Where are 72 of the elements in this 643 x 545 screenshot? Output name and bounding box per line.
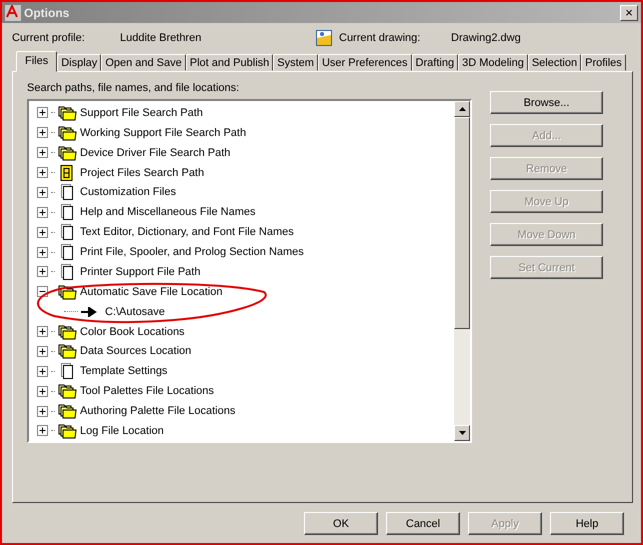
tree-item[interactable]: Template Settings [80, 365, 168, 378]
tree-item[interactable]: Help and Miscellaneous File Names [80, 206, 256, 218]
expand-icon[interactable] [37, 127, 48, 138]
tree-item[interactable]: Color Book Locations [80, 326, 185, 338]
expand-icon[interactable] [37, 386, 48, 397]
tab[interactable]: 3D Modeling [458, 54, 528, 71]
scrollbar[interactable] [454, 101, 470, 441]
folders-icon [58, 324, 77, 340]
up-triangle-icon [458, 107, 466, 111]
dialog-button[interactable]: OK [304, 512, 378, 535]
folders-icon [58, 403, 77, 420]
tab[interactable]: System [273, 54, 318, 71]
arrow-icon [81, 306, 97, 317]
scroll-thumb[interactable] [454, 117, 470, 329]
folders-icon [58, 144, 77, 161]
tree-item[interactable]: Data Sources Location [80, 345, 192, 358]
expand-icon[interactable] [37, 206, 48, 218]
tab[interactable]: User Preferences [318, 54, 412, 71]
app-logo-icon [5, 4, 21, 20]
expand-icon[interactable] [37, 167, 48, 178]
tab[interactable]: Drafting [412, 54, 458, 71]
folders-icon [58, 284, 77, 300]
expand-icon[interactable] [37, 425, 48, 436]
tree-item[interactable]: Device Driver File Search Path [80, 146, 230, 159]
tree-item[interactable]: Log File Location [80, 424, 164, 437]
scroll-up-button[interactable] [454, 101, 470, 117]
expand-icon[interactable] [37, 246, 48, 258]
tree-item[interactable]: Print File, Spooler, and Prolog Section Names [80, 246, 304, 258]
folders-icon [58, 124, 77, 141]
tree-item[interactable]: Printer Support File Path [80, 266, 200, 278]
dialog-button[interactable]: Help [550, 512, 624, 535]
down-triangle-icon [458, 431, 466, 435]
expand-icon[interactable] [37, 266, 48, 278]
scroll-down-button[interactable] [454, 425, 470, 441]
tab[interactable]: Display [57, 54, 102, 71]
expand-icon[interactable] [37, 406, 48, 417]
expand-icon[interactable] [37, 226, 48, 238]
collapse-icon[interactable] [37, 286, 48, 298]
expand-icon[interactable] [37, 186, 48, 198]
action-button[interactable]: Browse... [490, 91, 603, 114]
folders-icon [58, 104, 77, 121]
tab[interactable]: Files [16, 51, 58, 72]
close-button[interactable]: × [620, 4, 638, 20]
expand-icon[interactable] [37, 346, 48, 357]
expand-icon[interactable] [37, 366, 48, 377]
tree-caption: Search paths, file names, and file locations: [27, 82, 240, 94]
tab[interactable]: Plot and Publish [186, 54, 274, 71]
tree-item[interactable]: Automatic Save File Location [80, 286, 222, 298]
expand-icon[interactable] [37, 107, 48, 118]
tab[interactable]: Selection [528, 54, 582, 71]
window-title: Options [24, 6, 70, 20]
tree-item[interactable]: Authoring Palette File Locations [80, 405, 236, 418]
tree-item[interactable]: Customization Files [80, 186, 176, 198]
tree-item[interactable]: Support File Search Path [80, 106, 203, 119]
drawing-name: Drawing2.dwg [451, 32, 521, 44]
tree-item[interactable]: Project Files Search Path [80, 166, 204, 179]
dialog-button[interactable]: Cancel [386, 512, 460, 535]
folders-icon [58, 383, 77, 400]
tab[interactable]: Open and Save [101, 54, 186, 71]
folders-icon [58, 343, 77, 360]
expand-icon[interactable] [37, 326, 48, 338]
tab[interactable]: Profiles [581, 54, 626, 71]
drawing-label: Current drawing: [339, 32, 422, 44]
tree-item[interactable]: Text Editor, Dictionary, and Font File Names [80, 226, 294, 238]
profile-name: Luddite Brethren [120, 32, 202, 44]
drawing-file-icon [316, 30, 332, 46]
tree-item[interactable]: Tool Palettes File Locations [80, 385, 214, 398]
tree-item[interactable]: Working Support File Search Path [80, 126, 246, 139]
expand-icon[interactable] [37, 147, 48, 158]
profile-label: Current profile: [12, 32, 86, 44]
folders-icon [58, 422, 77, 439]
tree-item[interactable]: C:\Autosave [105, 306, 165, 318]
